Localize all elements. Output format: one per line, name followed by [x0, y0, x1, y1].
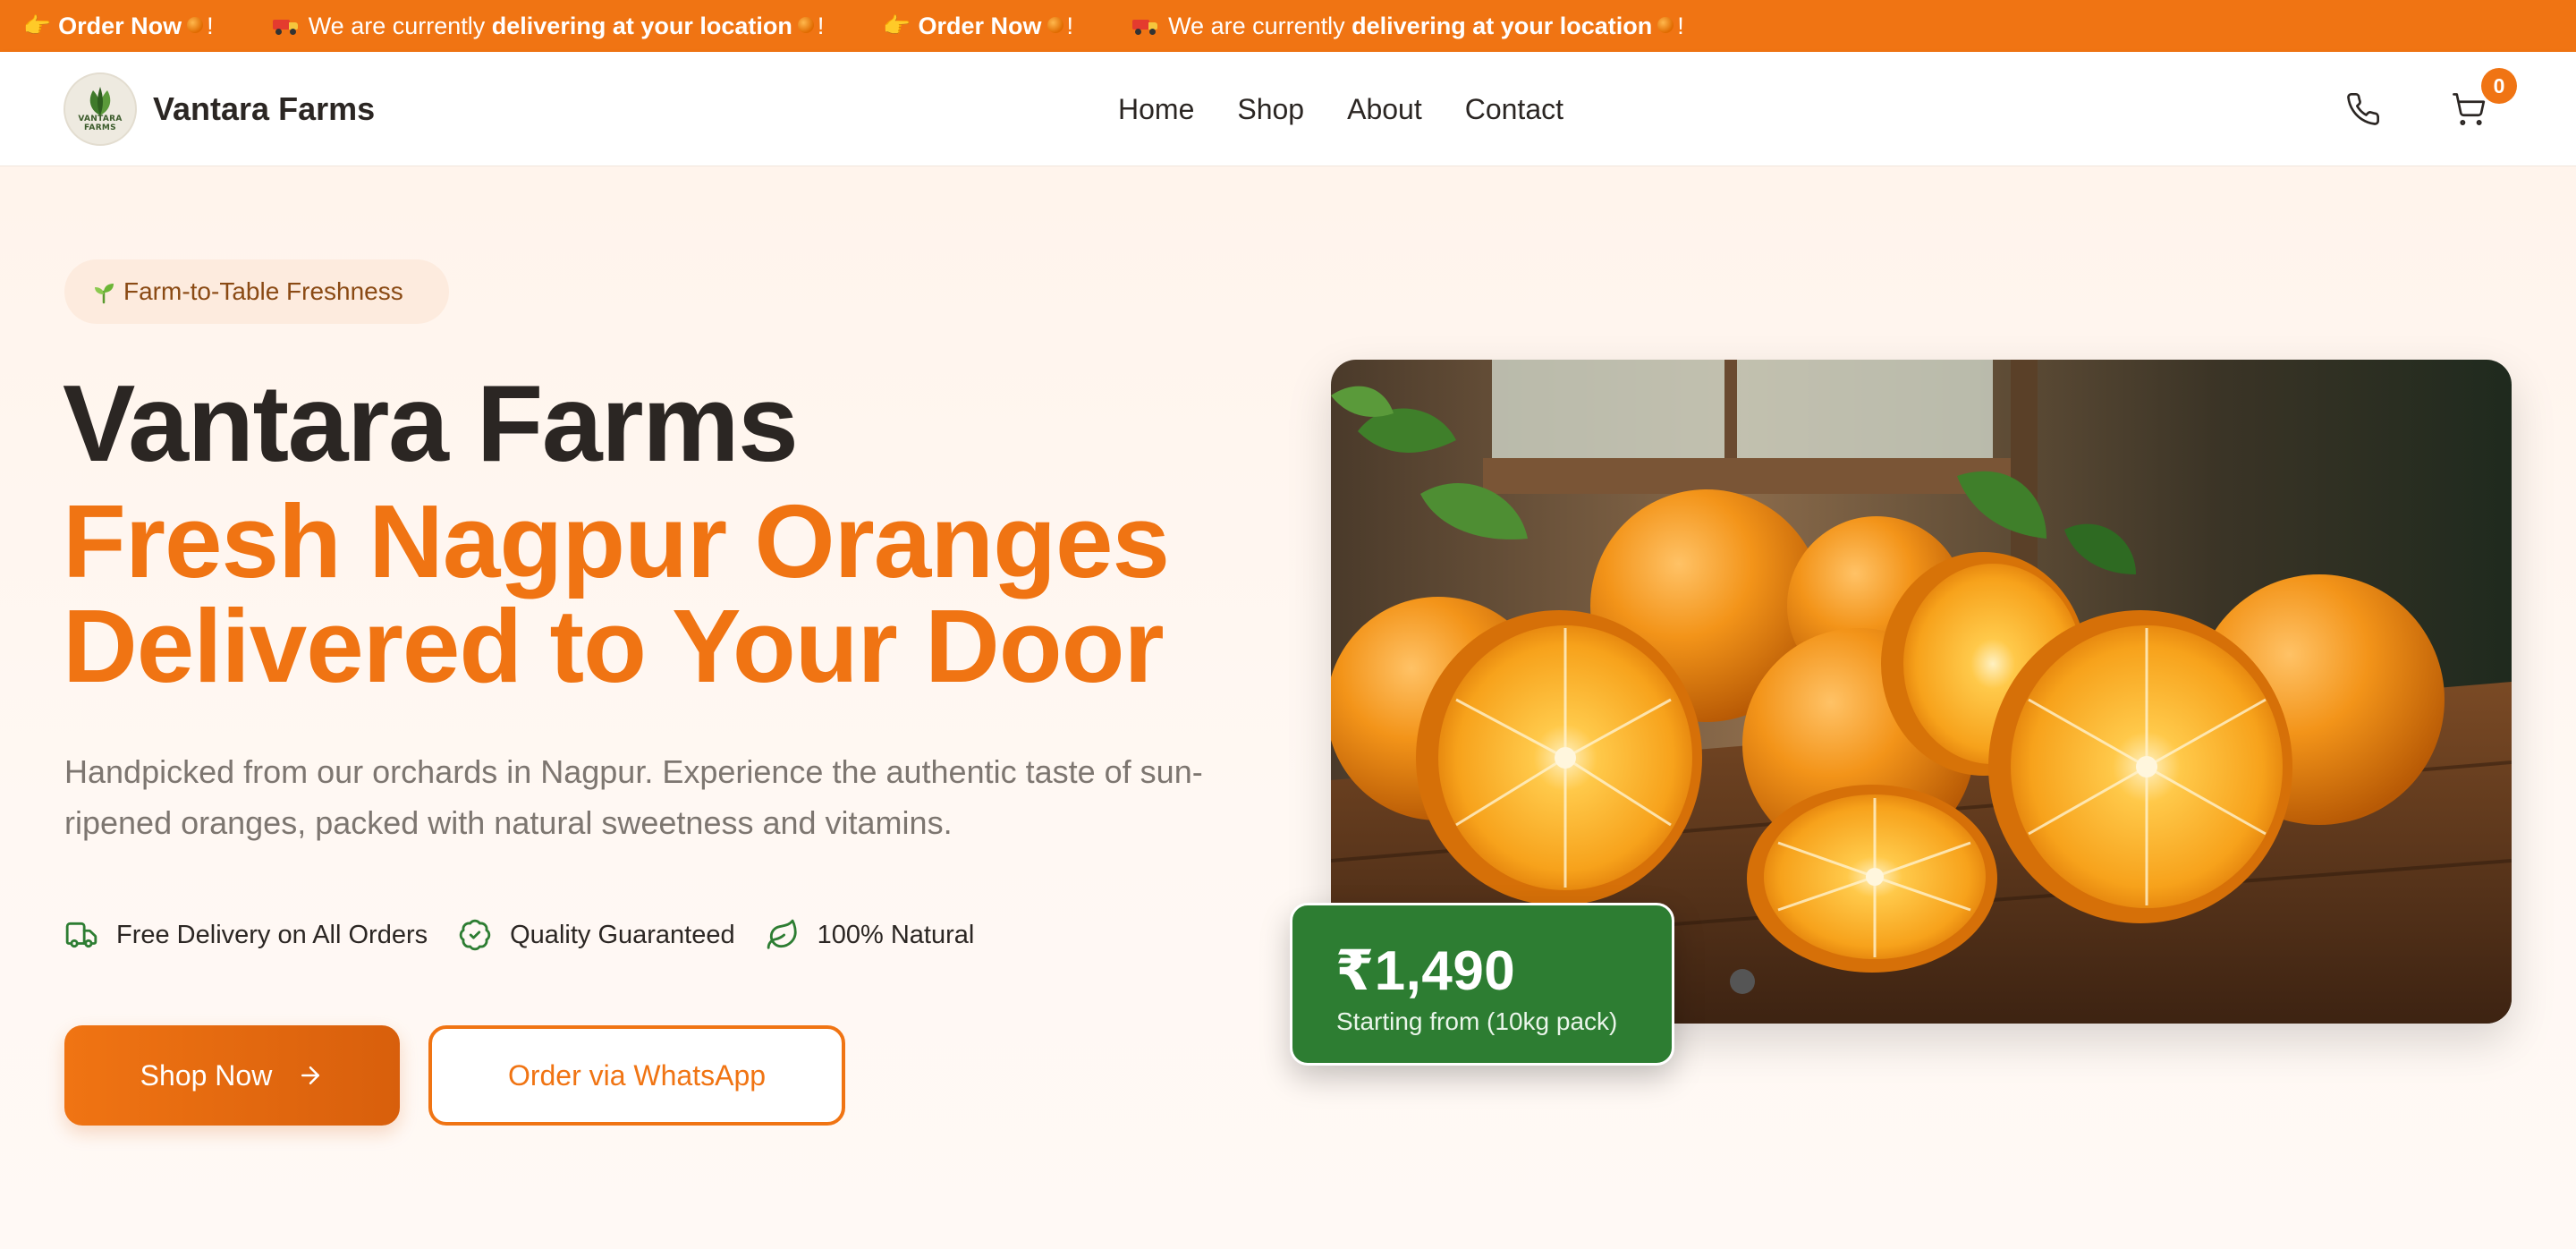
sprout-icon [95, 284, 114, 304]
orange-icon [797, 17, 814, 33]
ticker-delivery: We are currently delivering at your loca… [272, 12, 825, 40]
phone-button[interactable] [2345, 91, 2381, 127]
badge-label: Farm-to-Table Freshness [123, 277, 403, 305]
ticker-delivery-text: We are currently [1168, 12, 1345, 39]
cart-count-badge: 0 [2481, 68, 2517, 104]
truck-icon [65, 922, 97, 948]
feature-list: Free Delivery on All Orders Quality Guar… [64, 916, 1004, 954]
ticker-delivery-strong: delivering at your location [491, 12, 792, 39]
feature-label: Quality Guaranteed [510, 920, 735, 949]
ticker-suffix: ! [1677, 12, 1684, 39]
delivery-truck-icon [1132, 18, 1159, 35]
ticker-suffix: ! [207, 12, 214, 39]
headline-line-1: Fresh Nagpur Oranges [63, 483, 1170, 599]
orange-icon [187, 17, 204, 33]
announcement-ticker: 👉 Order Now ! We are currently deliverin… [0, 0, 2576, 52]
feature-natural: 100% Natural [766, 918, 975, 952]
ticker-delivery: We are currently delivering at your loca… [1132, 13, 1684, 40]
cart-button[interactable] [2451, 91, 2487, 127]
pointing-hand-icon: 👉 [883, 13, 911, 38]
price-value: ₹1,490 [1335, 940, 1516, 1002]
ticker-suffix: ! [817, 12, 825, 39]
badge-check-icon [459, 919, 491, 951]
feature-label: Free Delivery on All Orders [116, 920, 428, 949]
nav-about[interactable]: About [1347, 93, 1422, 126]
pointing-hand-icon: 👉 [23, 13, 52, 38]
ticker-suffix: ! [1066, 12, 1074, 39]
ticker-order-text: Order Now [58, 12, 182, 39]
cart-icon [2453, 93, 2486, 125]
freshness-badge: Farm-to-Table Freshness [64, 259, 449, 324]
logo-text: VANTARA FARMS [78, 115, 123, 132]
ticker-order-now[interactable]: 👉 Order Now ! [23, 13, 214, 40]
site-header: VANTARA FARMS Vantara Farms Home Shop Ab… [0, 52, 2576, 166]
arrow-right-icon [301, 1066, 320, 1084]
leaf-icon [767, 919, 797, 949]
orange-icon [1657, 17, 1674, 33]
nav-home[interactable]: Home [1118, 93, 1194, 126]
phone-icon [2347, 92, 2380, 125]
main-nav: Home Shop About Contact [1118, 52, 1563, 166]
feature-label: 100% Natural [817, 920, 975, 949]
whatsapp-order-button[interactable]: Order via WhatsApp [428, 1025, 845, 1126]
delivery-truck-icon [272, 18, 300, 35]
headline-line-2: Delivered to Your Door [63, 588, 1165, 704]
nav-shop[interactable]: Shop [1237, 93, 1304, 126]
ticker-delivery-text: We are currently [308, 12, 486, 39]
brand-link[interactable]: VANTARA FARMS Vantara Farms [64, 72, 375, 146]
brand-name: Vantara Farms [153, 90, 376, 127]
orange-icon [1046, 17, 1063, 33]
ticker-order-now[interactable]: 👉 Order Now ! [883, 13, 1073, 40]
price-caption: Starting from (10kg pack) [1336, 1007, 1618, 1035]
shop-now-button[interactable]: Shop Now [64, 1025, 400, 1126]
feature-quality: Quality Guaranteed [458, 918, 735, 952]
whatsapp-order-label: Order via WhatsApp [507, 1058, 767, 1092]
feature-free-delivery: Free Delivery on All Orders [64, 918, 428, 952]
price-card: ₹1,490 Starting from (10kg pack) [1290, 903, 1674, 1066]
ticker-order-text: Order Now [918, 12, 1042, 39]
nav-contact[interactable]: Contact [1465, 93, 1563, 126]
hero-description: Handpicked from our orchards in Nagpur. … [64, 753, 1203, 841]
shop-now-label: Shop Now [140, 1058, 273, 1092]
hero-headline: Fresh Nagpur Oranges Delivered to Your D… [63, 483, 1170, 704]
ticker-delivery-strong: delivering at your location [1352, 12, 1653, 39]
hero-title: Vantara Farms [63, 362, 799, 484]
logo: VANTARA FARMS [64, 72, 137, 146]
